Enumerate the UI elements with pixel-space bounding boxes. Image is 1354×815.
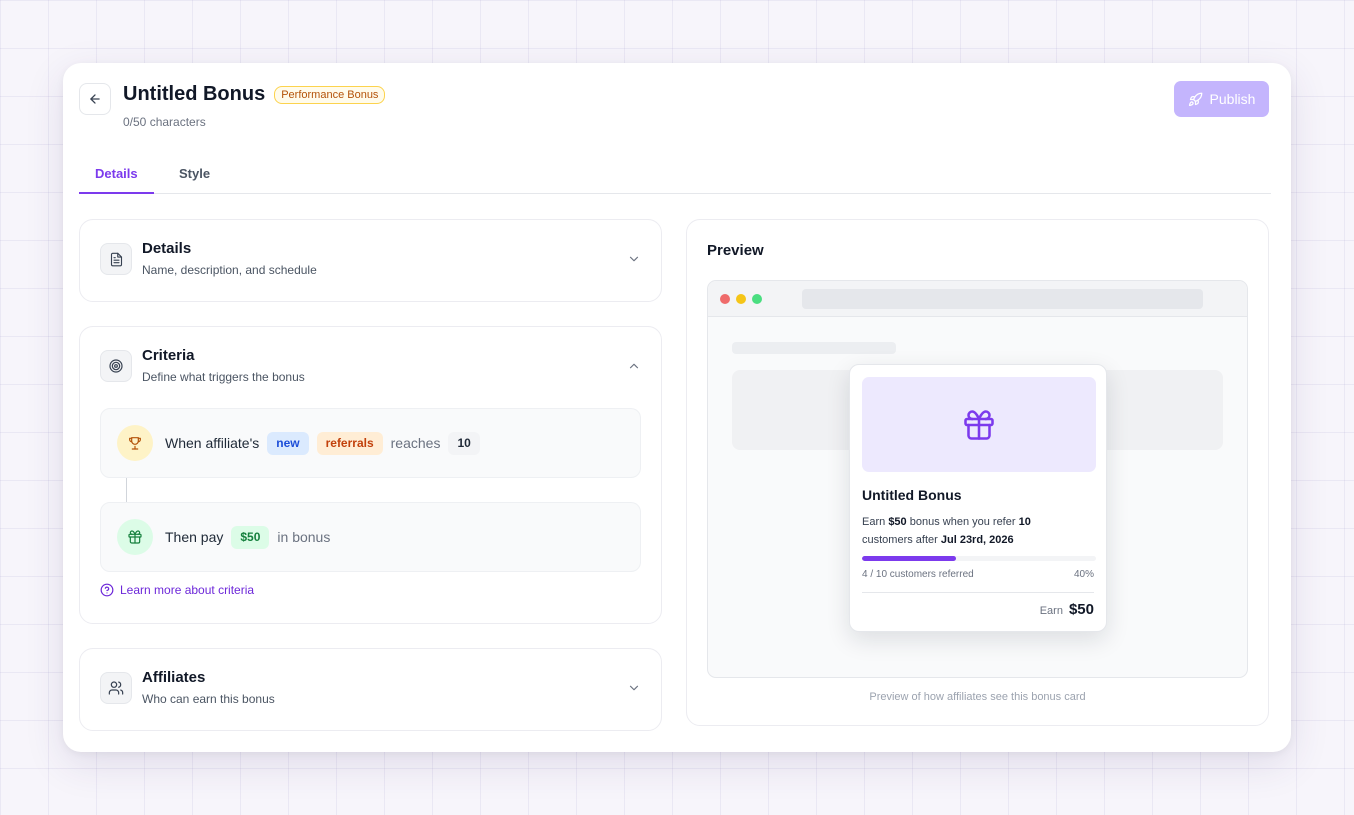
progress-label: 4 / 10 customers referred [862,569,974,580]
publish-button[interactable]: Publish [1174,81,1269,117]
earn-amount: $50 [1068,601,1094,618]
threshold-input[interactable]: 10 [448,431,480,455]
bonus-type-badge: Performance Bonus [274,85,386,104]
rocket-icon [1188,92,1202,106]
tab-bar: Details Style [79,159,1271,194]
url-bar-placeholder [802,289,1203,309]
help-circle-icon [100,583,114,597]
preview-title: Preview [707,242,764,259]
progress-fill [862,556,956,561]
learn-more-label: Learn more about criteria [120,583,255,597]
details-section-title: Details [142,240,192,257]
earn-row: Earn $50 [1040,601,1094,618]
criteria-section-header[interactable]: Criteria Define what triggers the bonus [100,347,641,384]
payout-suffix: in bonus [277,529,331,545]
referral-type-chip[interactable]: new [267,431,309,455]
criteria-rule-row[interactable]: When affiliate's new referrals reaches 1… [100,408,641,478]
bonus-editor-window: Untitled Bonus Performance Bonus 0/50 ch… [63,63,1291,752]
tab-style[interactable]: Style [163,159,226,194]
rule-connector [126,478,127,502]
users-icon [100,672,132,704]
skeleton-line [732,342,896,354]
gift-icon [117,519,153,555]
chevron-up-icon[interactable] [627,359,641,373]
bonus-preview-card: Untitled Bonus Earn $50 bonus when you r… [849,364,1107,632]
gift-icon [964,409,994,440]
affiliates-section[interactable]: Affiliates Who can earn this bonus [79,648,662,731]
document-icon [100,243,132,275]
affiliates-section-title: Affiliates [142,669,206,686]
rule-prefix: When affiliate's [165,435,260,451]
character-count: 0/50 characters [123,115,206,129]
browser-mockup: Untitled Bonus Earn $50 bonus when you r… [707,280,1248,678]
arrow-left-icon [90,94,100,104]
learn-more-link[interactable]: Learn more about criteria [100,583,254,597]
details-section[interactable]: Details Name, description, and schedule [79,219,662,302]
chevron-down-icon[interactable] [627,252,641,266]
referral-progress-bar [862,556,1096,561]
metric-chip[interactable]: referrals [316,431,383,455]
window-minimize-dot [736,294,746,304]
publish-label: Publish [1209,91,1256,107]
preview-caption: Preview of how affiliates see this bonus… [869,691,1086,703]
criteria-section-title: Criteria [142,347,195,364]
target-icon [100,350,132,382]
tab-details[interactable]: Details [79,159,154,194]
earn-label: Earn [1039,605,1063,617]
window-maximize-dot [752,294,762,304]
details-section-subtitle: Name, description, and schedule [142,263,317,277]
bonus-card-title: Untitled Bonus [862,487,962,503]
preview-panel: Preview Untitled Bonus Earn $50 bonus wh… [686,219,1269,726]
bonus-name[interactable]: Untitled Bonus [123,83,265,106]
criteria-section: Criteria Define what triggers the bonus … [79,326,662,624]
back-button[interactable] [79,83,111,115]
progress-percent: 40% [1073,569,1094,580]
browser-toolbar [708,281,1247,317]
affiliates-section-subtitle: Who can earn this bonus [142,692,275,706]
payout-row[interactable]: Then pay $50 in bonus [100,502,641,572]
rule-verb: reaches [390,435,441,451]
trophy-icon [117,425,153,461]
bonus-card-description: Earn $50 bonus when you refer 10 custome… [862,516,1031,546]
window-close-dot [720,294,730,304]
payout-prefix: Then pay [165,529,224,545]
chevron-down-icon[interactable] [627,681,641,695]
payout-amount-input[interactable]: $50 [231,525,270,549]
criteria-section-subtitle: Define what triggers the bonus [142,370,305,384]
divider [862,592,1094,593]
page-title[interactable]: Untitled Bonus Performance Bonus [123,83,386,106]
bonus-hero [862,377,1096,472]
